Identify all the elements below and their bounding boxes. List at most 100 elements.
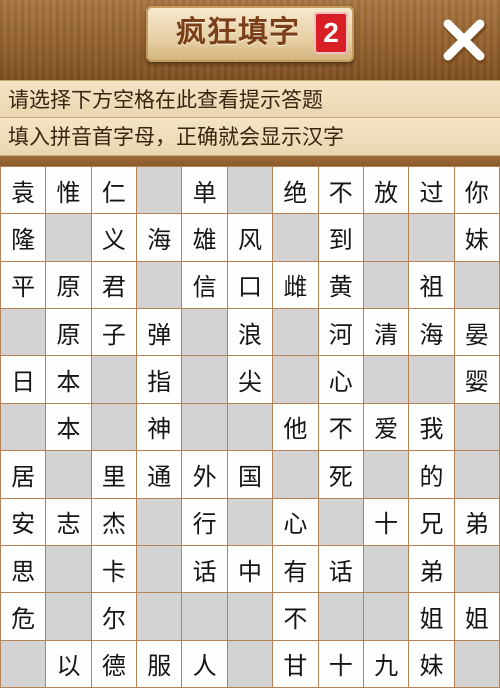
grid-cell[interactable]: 你	[454, 167, 499, 214]
grid-cell-blocked	[318, 593, 363, 640]
grid-cell[interactable]: 神	[137, 403, 182, 451]
grid-cell[interactable]: 不	[273, 593, 318, 640]
grid-cell[interactable]: 的	[409, 451, 454, 498]
grid-cell[interactable]: 中	[227, 545, 273, 593]
grid-cell[interactable]: 海	[409, 309, 454, 356]
grid-cell[interactable]: 我	[409, 403, 454, 451]
grid-cell[interactable]: 弟	[409, 545, 454, 593]
grid-cell[interactable]: 妹	[454, 214, 499, 261]
grid-cell[interactable]: 海	[137, 214, 182, 261]
grid-cell[interactable]: 放	[363, 167, 409, 214]
grid-cell-blocked	[137, 498, 182, 545]
grid-cell[interactable]: 死	[318, 451, 363, 498]
grid-cell[interactable]: 仁	[91, 167, 137, 214]
grid-cell-blocked	[454, 261, 499, 309]
grid-cell[interactable]: 平	[1, 261, 46, 309]
grid-cell[interactable]: 思	[1, 545, 46, 593]
grid-cell[interactable]: 袁	[1, 167, 46, 214]
grid-cell[interactable]: 姐	[409, 593, 454, 640]
grid-cell[interactable]: 指	[137, 356, 182, 403]
grid-cell[interactable]: 河	[318, 309, 363, 356]
grid-cell[interactable]: 绝	[273, 167, 318, 214]
grid-cell[interactable]: 里	[91, 451, 137, 498]
grid-cell[interactable]: 心	[318, 356, 363, 403]
grid-cell[interactable]: 外	[182, 451, 227, 498]
grid-cell-blocked	[137, 545, 182, 593]
grid-cell[interactable]: 人	[182, 640, 227, 687]
grid-cell-blocked	[409, 356, 454, 403]
grid-cell[interactable]: 清	[363, 309, 409, 356]
grid-cell[interactable]: 义	[91, 214, 137, 261]
grid-cell[interactable]: 不	[318, 403, 363, 451]
game-title-badge: 疯狂填字 2	[146, 6, 354, 62]
header-bar: 疯狂填字 2	[0, 0, 500, 80]
grid-cell[interactable]: 卡	[91, 545, 137, 593]
grid-cell[interactable]: 黄	[318, 261, 363, 309]
grid-cell[interactable]: 心	[273, 498, 318, 545]
grid-cell[interactable]: 通	[137, 451, 182, 498]
grid-cell[interactable]: 安	[1, 498, 46, 545]
grid-cell[interactable]: 婴	[454, 356, 499, 403]
grid-cell[interactable]: 国	[227, 451, 273, 498]
grid-cell[interactable]: 甘	[273, 640, 318, 687]
grid-cell[interactable]: 风	[227, 214, 273, 261]
grid-cell[interactable]: 话	[182, 545, 227, 593]
close-button[interactable]	[438, 14, 490, 66]
grid-cell-blocked	[227, 498, 273, 545]
grid-cell[interactable]: 妹	[409, 640, 454, 687]
grid-cell-blocked	[227, 593, 273, 640]
grid-cell[interactable]: 姐	[454, 593, 499, 640]
grid-cell[interactable]: 爱	[363, 403, 409, 451]
grid-cell[interactable]: 德	[91, 640, 137, 687]
grid-cell-blocked	[409, 214, 454, 261]
grid-cell-blocked	[273, 309, 318, 356]
grid-cell[interactable]: 十	[318, 640, 363, 687]
grid-cell[interactable]: 杰	[91, 498, 137, 545]
grid-cell[interactable]: 隆	[1, 214, 46, 261]
grid-cell-blocked	[454, 545, 499, 593]
grid-cell[interactable]: 本	[46, 403, 91, 451]
grid-cell[interactable]: 不	[318, 167, 363, 214]
grid-cell[interactable]: 九	[363, 640, 409, 687]
grid-cell[interactable]: 以	[46, 640, 91, 687]
grid-cell[interactable]: 原	[46, 261, 91, 309]
grid-cell-blocked	[273, 356, 318, 403]
grid-cell[interactable]: 子	[91, 309, 137, 356]
grid-cell[interactable]: 信	[182, 261, 227, 309]
grid-cell[interactable]: 本	[46, 356, 91, 403]
grid-cell[interactable]: 尔	[91, 593, 137, 640]
grid-cell-blocked	[454, 403, 499, 451]
grid-cell[interactable]: 浪	[227, 309, 273, 356]
grid-cell[interactable]: 话	[318, 545, 363, 593]
grid-cell[interactable]: 口	[227, 261, 273, 309]
grid-cell-blocked	[46, 451, 91, 498]
grid-cell[interactable]: 尖	[227, 356, 273, 403]
grid-cell[interactable]: 弟	[454, 498, 499, 545]
grid-cell-blocked	[46, 545, 91, 593]
grid-cell[interactable]: 单	[182, 167, 227, 214]
grid-cell[interactable]: 雄	[182, 214, 227, 261]
grid-cell[interactable]: 志	[46, 498, 91, 545]
grid-cell[interactable]: 祖	[409, 261, 454, 309]
grid-cell[interactable]: 兄	[409, 498, 454, 545]
grid-cell[interactable]: 君	[91, 261, 137, 309]
grid-cell[interactable]: 日	[1, 356, 46, 403]
grid-cell[interactable]: 居	[1, 451, 46, 498]
grid-cell[interactable]: 晏	[454, 309, 499, 356]
grid-cell[interactable]: 到	[318, 214, 363, 261]
grid-cell-blocked	[182, 593, 227, 640]
grid-cell[interactable]: 十	[363, 498, 409, 545]
grid-cell[interactable]: 惟	[46, 167, 91, 214]
grid-cell[interactable]: 过	[409, 167, 454, 214]
grid-cell[interactable]: 原	[46, 309, 91, 356]
grid-cell-blocked	[46, 593, 91, 640]
grid-cell[interactable]: 有	[273, 545, 318, 593]
grid-cell[interactable]: 他	[273, 403, 318, 451]
grid-cell[interactable]: 雌	[273, 261, 318, 309]
grid-cell[interactable]: 危	[1, 593, 46, 640]
grid-cell-blocked	[454, 451, 499, 498]
grid-cell[interactable]: 弹	[137, 309, 182, 356]
hint-line-1: 请选择下方空格在此查看提示答题	[0, 80, 500, 118]
grid-cell[interactable]: 行	[182, 498, 227, 545]
grid-cell[interactable]: 服	[137, 640, 182, 687]
